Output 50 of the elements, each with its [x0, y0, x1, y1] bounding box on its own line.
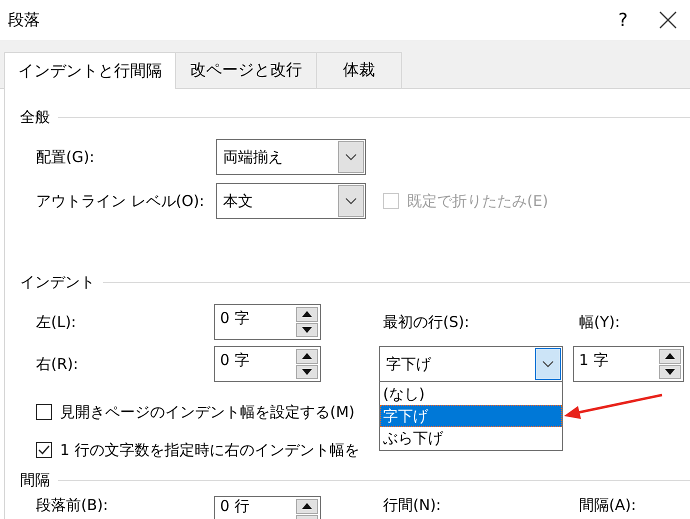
- chevron-down-icon: [345, 153, 357, 161]
- spin-field[interactable]: 0 行: [214, 496, 321, 519]
- up-triangle-icon: [302, 353, 312, 360]
- chevron-down-icon: [345, 197, 357, 205]
- spin-down-button[interactable]: [296, 322, 318, 337]
- field-label: 左(L):: [36, 312, 78, 332]
- up-triangle-icon: [302, 311, 312, 318]
- spin-down-button[interactable]: [296, 364, 318, 379]
- field-label: アウトライン レベル(O):: [36, 192, 206, 210]
- field-label: 最初の行(S):: [383, 312, 470, 330]
- spin-up-button[interactable]: [296, 349, 318, 364]
- field-label: 間隔(A):: [579, 496, 636, 514]
- field-label: 幅(Y):: [579, 312, 620, 330]
- tab[interactable]: 体裁: [316, 52, 402, 88]
- up-triangle-icon: [302, 503, 312, 510]
- spin-down-button[interactable]: [659, 364, 681, 379]
- checkbox-label: 見開きページのインデント幅を設定する(M): [60, 402, 355, 422]
- spin-up-button[interactable]: [296, 499, 318, 514]
- spin-field[interactable]: 0 字: [214, 304, 321, 340]
- field-label: 配置(G):: [36, 148, 96, 166]
- close-icon[interactable]: [659, 11, 677, 29]
- spin-field[interactable]: 1 字: [573, 346, 684, 382]
- tab[interactable]: インデントと行間隔: [4, 52, 176, 89]
- dropdown-option[interactable]: (なし): [380, 383, 562, 405]
- field-label: 段落前(B):: [36, 496, 110, 515]
- field-label: 行間(N):: [383, 496, 441, 514]
- chevron-down-icon: [542, 360, 554, 368]
- section-heading: インデント: [20, 272, 95, 292]
- down-triangle-icon: [665, 368, 675, 375]
- checkbox[interactable]: [36, 442, 52, 458]
- checkbox-label: 1 行の文字数を指定時に右のインデント幅を: [60, 440, 360, 460]
- checkmark-icon: [38, 445, 50, 455]
- dropdown-option[interactable]: 字下げ: [380, 405, 562, 427]
- dropdown[interactable]: 両端揃え: [216, 139, 366, 175]
- checkbox[interactable]: [36, 404, 52, 420]
- spin-up-button[interactable]: [296, 307, 318, 322]
- field-label: 右(R):: [36, 354, 80, 374]
- help-button[interactable]: ?: [600, 10, 646, 30]
- dropdown[interactable]: 字下げ: [379, 346, 563, 382]
- window-title: 段落: [8, 10, 41, 30]
- spin-field[interactable]: 0 字: [214, 346, 321, 382]
- down-triangle-icon: [302, 368, 312, 375]
- spin-up-button[interactable]: [659, 349, 681, 364]
- up-triangle-icon: [665, 353, 675, 360]
- dropdown-option[interactable]: ぶら下げ: [380, 427, 562, 449]
- section-heading: 全般: [20, 108, 50, 126]
- dropdown[interactable]: 本文: [216, 183, 366, 219]
- down-triangle-icon: [302, 326, 312, 333]
- checkbox-label: 既定で折りたたみ(E): [407, 192, 548, 210]
- section-heading: 間隔: [20, 470, 50, 490]
